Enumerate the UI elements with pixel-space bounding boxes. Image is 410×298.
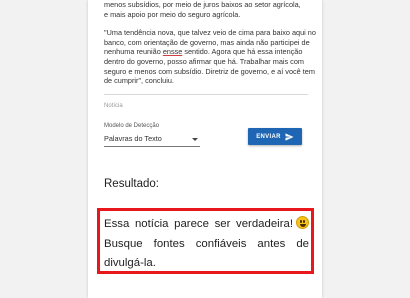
model-select[interactable]: Palavras do Texto bbox=[104, 132, 200, 147]
send-icon bbox=[285, 132, 294, 141]
dropdown-arrow-icon bbox=[192, 138, 198, 141]
article-paragraph-1: menos subsídios, por meio de juros baixo… bbox=[104, 0, 316, 19]
send-button-label: ENVIAR bbox=[256, 133, 281, 140]
article-paragraph-2: "Uma tendência nova, que talvez veio de … bbox=[104, 28, 316, 86]
noticia-field-label: Notícia bbox=[104, 103, 123, 109]
news-text[interactable]: menos subsídios, por meio de juros baixo… bbox=[104, 0, 316, 86]
result-verdict: Essa notícia parece ser verdadeira! bbox=[104, 218, 293, 230]
misspelled-word: ensse bbox=[162, 47, 183, 57]
result-advice: Busque fontes confiáveis antes de divulg… bbox=[104, 237, 309, 270]
send-button[interactable]: ENVIAR bbox=[248, 128, 302, 145]
result-message: Essa notícia parece ser verdadeira! Busq… bbox=[104, 215, 309, 274]
result-heading: Resultado: bbox=[104, 178, 159, 190]
grinning-face-icon bbox=[296, 216, 309, 229]
article-line: e mais apoio por meio do seguro agrícola… bbox=[104, 9, 241, 19]
article-line: menos subsídios, por meio de juros baixo… bbox=[104, 0, 301, 9]
model-select-value: Palavras do Texto bbox=[104, 134, 162, 143]
model-select-label: Modelo de Detecção bbox=[104, 123, 160, 129]
news-textarea-underline bbox=[104, 94, 308, 95]
